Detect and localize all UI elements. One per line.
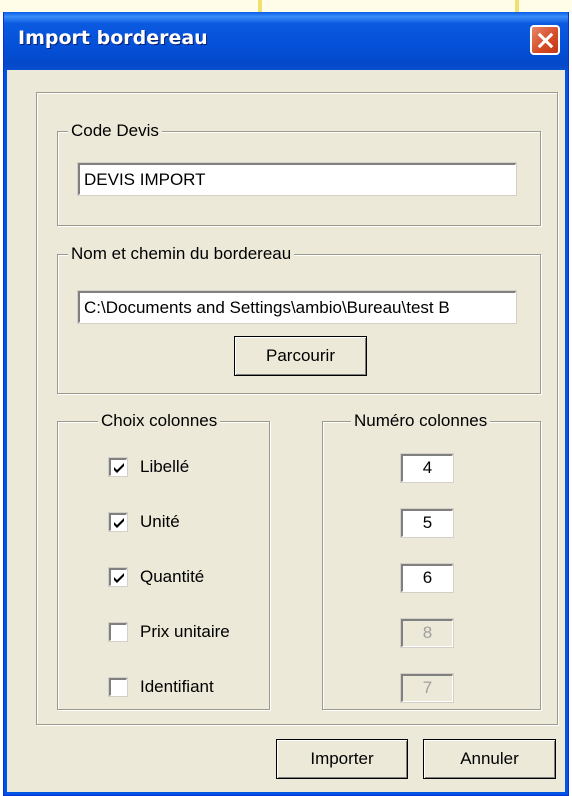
checkmark-icon (114, 463, 124, 473)
quantite-label[interactable]: Quantité (140, 566, 204, 588)
bordereau-path-input[interactable]: C:\Documents and Settings\ambio\Bureau\t… (77, 290, 517, 324)
code-devis-input[interactable]: DEVIS IMPORT (77, 162, 517, 196)
code-devis-legend: Code Devis (68, 121, 162, 141)
content-frame: Code Devis DEVIS IMPORT Nom et chemin du… (36, 92, 558, 725)
identifiant-checkbox[interactable] (108, 677, 128, 697)
prix-unitaire-label[interactable]: Prix unitaire (140, 621, 230, 643)
prix-unitaire-checkbox[interactable] (108, 622, 128, 642)
import-button[interactable]: Importer (276, 739, 408, 779)
numero-colonnes-legend: Numéro colonnes (351, 411, 491, 431)
unite-column-number[interactable]: 5 (400, 508, 454, 538)
cancel-button[interactable]: Annuler (423, 739, 556, 779)
choix-colonnes-legend: Choix colonnes (98, 411, 221, 431)
numero-colonnes-group: Numéro colonnes 4 5 6 8 7 (322, 411, 541, 710)
libelle-column-number[interactable]: 4 (400, 453, 454, 483)
unite-label[interactable]: Unité (140, 511, 180, 533)
libelle-checkbox[interactable] (108, 457, 128, 477)
code-devis-group: Code Devis DEVIS IMPORT (57, 121, 541, 226)
unite-checkbox[interactable] (108, 512, 128, 532)
close-button[interactable] (530, 25, 560, 55)
background-divider (515, 0, 519, 12)
background-window-strip (0, 0, 572, 12)
title-bar[interactable]: Import bordereau (4, 12, 568, 70)
window-title: Import bordereau (18, 27, 208, 49)
quantite-column-number[interactable]: 6 (400, 563, 454, 593)
libelle-label[interactable]: Libellé (140, 456, 189, 478)
identifiant-column-number: 7 (400, 673, 454, 703)
bordereau-path-group: Nom et chemin du bordereau C:\Documents … (57, 244, 541, 394)
identifiant-label[interactable]: Identifiant (140, 676, 214, 698)
prix-unitaire-column-number: 8 (400, 618, 454, 648)
background-divider (258, 0, 262, 12)
bordereau-path-legend: Nom et chemin du bordereau (68, 244, 295, 264)
browse-button[interactable]: Parcourir (234, 336, 367, 376)
checkmark-icon (114, 573, 124, 583)
choix-colonnes-group: Choix colonnes Libellé Unité Quantité Pr… (57, 411, 270, 710)
quantite-checkbox[interactable] (108, 567, 128, 587)
import-bordereau-dialog: Import bordereau Code Devis DEVIS IMPORT… (3, 12, 569, 796)
checkmark-icon (114, 518, 124, 528)
